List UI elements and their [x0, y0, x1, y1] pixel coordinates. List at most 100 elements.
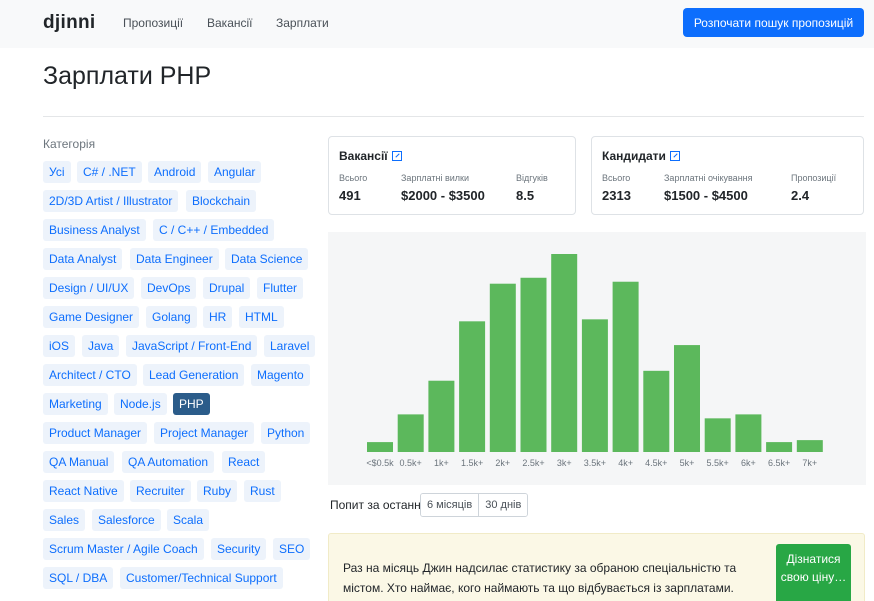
x-tick-label: 3.5k+ — [584, 458, 606, 468]
nav-link-salaries[interactable]: Зарплати — [276, 16, 329, 30]
bar-5k+[interactable] — [674, 345, 700, 452]
category-tag-devops[interactable]: DevOps — [141, 277, 197, 299]
category-tag-python[interactable]: Python — [261, 422, 311, 444]
category-tag-project-manager[interactable]: Project Manager — [154, 422, 255, 444]
category-tag-data-engineer[interactable]: Data Engineer — [130, 248, 219, 270]
bar-7k+[interactable] — [796, 440, 823, 452]
category-tag-android[interactable]: Android — [148, 161, 202, 183]
category-tag-sales[interactable]: Sales — [43, 509, 86, 531]
bar-6.5k+[interactable] — [766, 442, 793, 452]
category-tag-customer-technical-support[interactable]: Customer/Technical Support — [120, 567, 283, 589]
vacancies-responses-label: Відгуків — [516, 173, 548, 183]
subscription-promo: Раз на місяць Джин надсилає статистику з… — [328, 533, 865, 601]
category-tag-salesforce[interactable]: Salesforce — [92, 509, 161, 531]
bar-5.5k+[interactable] — [704, 418, 731, 452]
category-tag-scrum-master-agile-coach[interactable]: Scrum Master / Agile Coach — [43, 538, 204, 560]
category-tag-node-js[interactable]: Node.js — [114, 393, 167, 415]
x-tick-label: 1.5k+ — [461, 458, 483, 468]
nav-link-vacancies[interactable]: Вакансії — [207, 16, 253, 30]
category-tag-ios[interactable]: iOS — [43, 335, 76, 357]
external-link-icon[interactable] — [391, 151, 402, 161]
candidates-range: $1500 - $4500 — [664, 188, 748, 203]
category-tag-sql-dba[interactable]: SQL / DBA — [43, 567, 114, 589]
x-tick-label: 6.5k+ — [768, 458, 790, 468]
x-tick-label: 6k+ — [741, 458, 756, 468]
category-tag-flutter[interactable]: Flutter — [257, 277, 304, 299]
bar-0.5k+[interactable] — [397, 414, 424, 452]
category-tag-qa-automation[interactable]: QA Automation — [122, 451, 215, 473]
x-tick-label: 1k+ — [434, 458, 449, 468]
category-tag-game-designer[interactable]: Game Designer — [43, 306, 140, 328]
category-tag-marketing[interactable]: Marketing — [43, 393, 108, 415]
category-tag-magento[interactable]: Magento — [251, 364, 310, 386]
category-tag-react[interactable]: React — [222, 451, 266, 473]
category-tag-c-c-embedded[interactable]: C / C++ / Embedded — [153, 219, 275, 241]
x-tick-label: 2.5k+ — [522, 458, 544, 468]
category-tag-product-manager[interactable]: Product Manager — [43, 422, 148, 444]
period-toggle: 6 місяців 30 днів — [420, 493, 529, 517]
category-tag-security[interactable]: Security — [211, 538, 267, 560]
vacancies-title[interactable]: Вакансії — [339, 149, 402, 163]
category-tag-c-net[interactable]: C# / .NET — [77, 161, 142, 183]
category-tag-усі[interactable]: Усі — [43, 161, 71, 183]
category-tag-java[interactable]: Java — [82, 335, 120, 357]
category-tag-drupal[interactable]: Drupal — [203, 277, 251, 299]
category-tag-laravel[interactable]: Laravel — [264, 335, 316, 357]
x-tick-label: 0.5k+ — [400, 458, 422, 468]
category-tag-architect-cto[interactable]: Architect / CTO — [43, 364, 137, 386]
x-tick-label: 5k+ — [680, 458, 695, 468]
vacancies-range: $2000 - $3500 — [401, 188, 485, 203]
candidates-offers-label: Пропозиції — [791, 173, 837, 183]
bar-4k+[interactable] — [612, 281, 639, 452]
bar-2k+[interactable] — [489, 283, 516, 452]
category-tag-seo[interactable]: SEO — [273, 538, 311, 560]
category-tag-data-science[interactable]: Data Science — [225, 248, 309, 270]
category-tag-qa-manual[interactable]: QA Manual — [43, 451, 115, 473]
bar-3.5k+[interactable] — [581, 319, 608, 452]
histogram-svg: <$0.5k 0.5k+ 1k+ 1.5k+ 2k+ 2.5k+ 3k+ 3.5k+ 4k+ 4.… — [366, 254, 823, 468]
bar-6k+[interactable] — [735, 414, 762, 452]
bar-1.5k+[interactable] — [459, 321, 486, 452]
learn-your-price-button[interactable]: Дізнатися свою ціну… — [776, 544, 851, 601]
external-link-icon[interactable] — [669, 151, 680, 161]
category-tag-lead-generation[interactable]: Lead Generation — [143, 364, 245, 386]
category-tag-design-ui-ux[interactable]: Design / UI/UX — [43, 277, 135, 299]
bar-4.5k+[interactable] — [643, 370, 670, 452]
category-tag-react-native[interactable]: React Native — [43, 480, 124, 502]
category-label: Категорія — [43, 137, 96, 151]
category-tag-scala[interactable]: Scala — [167, 509, 210, 531]
category-tag-hr[interactable]: HR — [203, 306, 233, 328]
nav-link-proposals[interactable]: Пропозиції — [123, 16, 183, 30]
vacancies-total: 491 — [339, 188, 361, 203]
x-tick-label: 5.5k+ — [707, 458, 729, 468]
djinni-logo[interactable]: djinni — [43, 12, 95, 34]
category-tag-ruby[interactable]: Ruby — [197, 480, 238, 502]
bar-1k+[interactable] — [428, 380, 455, 452]
category-tag-2d-3d-artist-illustrator[interactable]: 2D/3D Artist / Illustrator — [43, 190, 179, 212]
x-tick-label: 3k+ — [557, 458, 572, 468]
category-tag-html[interactable]: HTML — [239, 306, 284, 328]
bar-2.5k+[interactable] — [520, 277, 547, 452]
category-tag-blockchain[interactable]: Blockchain — [186, 190, 257, 212]
start-search-button[interactable]: Розпочати пошук пропозицій — [683, 8, 864, 37]
category-tag-recruiter[interactable]: Recruiter — [130, 480, 191, 502]
category-tag-data-analyst[interactable]: Data Analyst — [43, 248, 123, 270]
category-tag-rust[interactable]: Rust — [244, 480, 281, 502]
category-tag-javascript-front-end[interactable]: JavaScript / Front-End — [126, 335, 258, 357]
period-30-days-button[interactable]: 30 днів — [478, 494, 528, 516]
bar-<$0.5k[interactable] — [367, 442, 393, 452]
period-6-months-button[interactable]: 6 місяців — [421, 494, 479, 516]
salary-histogram: <$0.5k 0.5k+ 1k+ 1.5k+ 2k+ 2.5k+ 3k+ 3.5k+ 4k+ 4.… — [328, 232, 866, 485]
category-tag-angular[interactable]: Angular — [208, 161, 262, 183]
candidates-card: Кандидати Всього 2313 Зарплатні очікуван… — [591, 136, 864, 215]
top-navbar: djinni Пропозиції Вакансії Зарплати Розп… — [0, 0, 874, 48]
page-title: Зарплати PHP — [43, 62, 212, 90]
candidates-range-label: Зарплатні очікування — [664, 173, 753, 183]
category-tag-php[interactable]: PHP — [173, 393, 210, 415]
candidates-title[interactable]: Кандидати — [602, 149, 680, 163]
category-tag-business-analyst[interactable]: Business Analyst — [43, 219, 146, 241]
bar-3k+[interactable] — [551, 254, 578, 452]
x-tick-label: 4.5k+ — [645, 458, 667, 468]
x-tick-label: <$0.5k — [366, 458, 394, 468]
category-tag-golang[interactable]: Golang — [146, 306, 197, 328]
